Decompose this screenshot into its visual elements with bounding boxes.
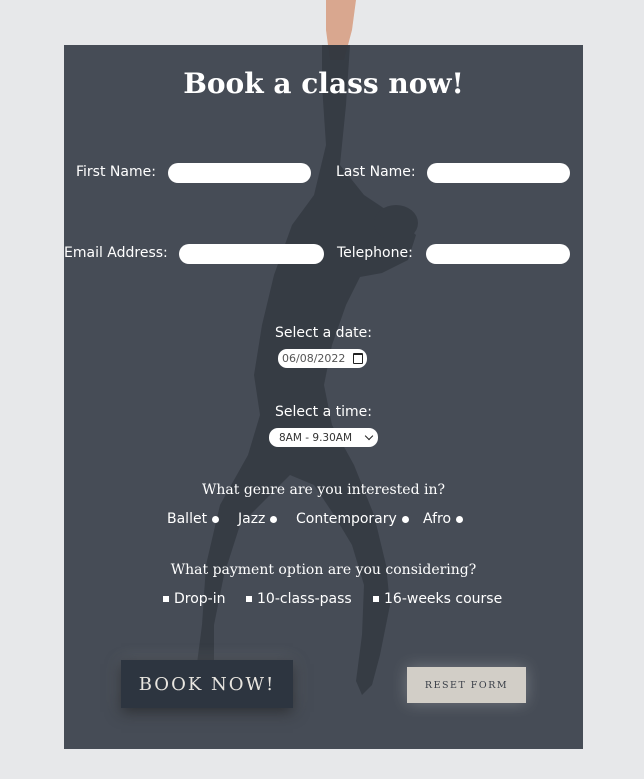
book-now-button[interactable]: BOOK NOW! (121, 660, 293, 708)
genre-option-label: Contemporary (296, 511, 397, 527)
payment-option-16-weeks-course[interactable]: 16-weeks course (373, 591, 502, 607)
genre-option-ballet[interactable]: Ballet (167, 511, 220, 527)
first-name-label: First Name: (76, 164, 156, 180)
booking-form-panel: Book a class now! First Name: Last Name:… (64, 45, 583, 749)
radio-button[interactable] (212, 515, 220, 523)
genre-option-label: Afro (423, 511, 452, 527)
checkbox[interactable] (373, 596, 379, 602)
payment-option-drop-in[interactable]: Drop-in (163, 591, 226, 607)
genre-option-label: Ballet (167, 511, 208, 527)
payment-option-label: 10-class-pass (257, 591, 352, 607)
last-name-input[interactable] (427, 163, 570, 183)
calendar-icon[interactable] (353, 353, 363, 364)
date-value: 06/08/2022 (282, 352, 346, 365)
time-label: Select a time: (274, 404, 372, 420)
genre-question: What genre are you interested in? (202, 482, 445, 498)
date-picker[interactable]: 06/08/2022 (278, 349, 367, 368)
radio-button[interactable] (270, 515, 278, 523)
genre-option-label: Jazz (238, 511, 266, 527)
radio-button[interactable] (456, 515, 464, 523)
first-name-input[interactable] (168, 163, 311, 183)
checkbox[interactable] (246, 596, 252, 602)
payment-option-label: 16-weeks course (384, 591, 503, 607)
telephone-input[interactable] (426, 244, 570, 264)
genre-option-afro[interactable]: Afro (423, 511, 464, 527)
payment-option-label: Drop-in (174, 591, 226, 607)
genre-option-jazz[interactable]: Jazz (238, 511, 278, 527)
chevron-down-icon (364, 431, 374, 441)
payment-option-10-class-pass[interactable]: 10-class-pass (246, 591, 352, 607)
checkbox[interactable] (163, 596, 169, 602)
last-name-label: Last Name: (336, 164, 416, 180)
email-input[interactable] (179, 244, 324, 264)
telephone-label: Telephone: (337, 245, 413, 261)
email-label: Email Address: (64, 245, 168, 261)
dancer-silhouette (196, 45, 418, 695)
form-title: Book a class now! (183, 67, 464, 100)
time-select[interactable]: 8AM - 9.30AM (269, 428, 378, 447)
reset-form-button[interactable]: RESET FORM (407, 667, 526, 703)
date-label: Select a date: (275, 325, 372, 341)
radio-button[interactable] (401, 515, 409, 523)
genre-option-contemporary[interactable]: Contemporary (296, 511, 409, 527)
payment-question: What payment option are you considering? (170, 562, 477, 578)
time-select-value: 8AM - 9.30AM (279, 431, 353, 444)
